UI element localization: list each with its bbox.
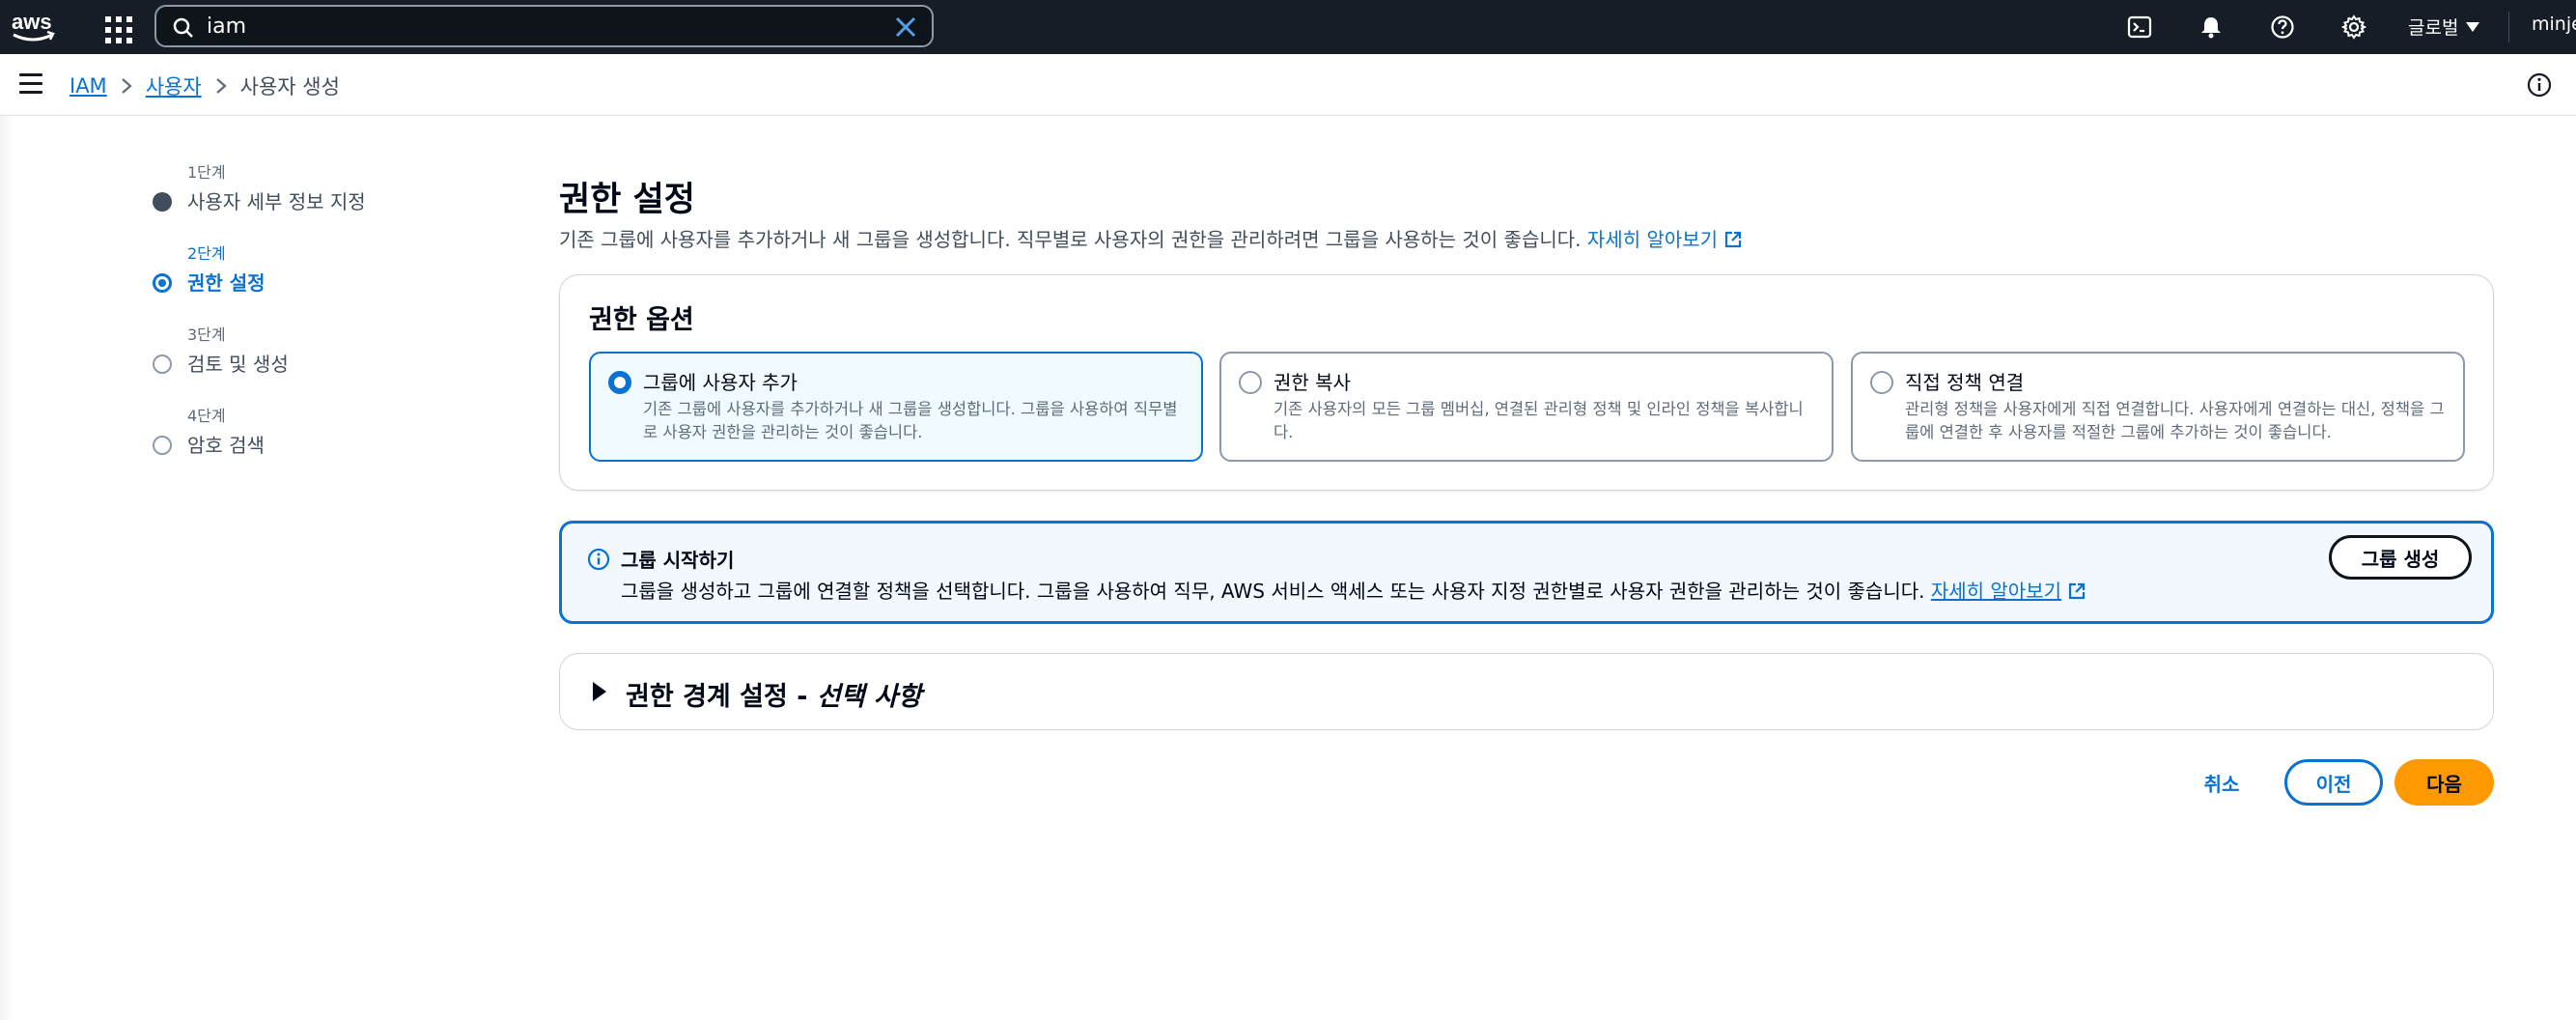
top-navigation: aws iam 글로벌 minj xyxy=(0,0,2576,54)
cancel-button[interactable]: 취소 xyxy=(2188,764,2255,801)
step-status-icon xyxy=(153,192,172,212)
step-status-icon xyxy=(153,436,172,455)
breadcrumb-current: 사용자 생성 xyxy=(239,75,340,99)
option-attach-policies-directly[interactable]: 직접 정책 연결 관리형 정책을 사용자에게 직접 연결합니다. 사용자에게 연… xyxy=(1851,352,2465,462)
info-icon xyxy=(587,548,610,571)
info-icon[interactable] xyxy=(2526,71,2553,99)
clear-search-icon[interactable] xyxy=(893,14,918,40)
alert-text: 그룹을 생성하고 그룹에 연결할 정책을 선택합니다. 그룹을 사용하여 직무,… xyxy=(621,580,1925,603)
step-number: 4단계 xyxy=(187,407,226,425)
search-bar[interactable] xyxy=(154,5,934,47)
option-title: 그룹에 사용자 추가 xyxy=(643,371,798,394)
chevron-right-icon xyxy=(215,78,227,94)
nav-divider xyxy=(2508,12,2509,42)
description-text: 기존 그룹에 사용자를 추가하거나 새 그룹을 생성합니다. 직무별로 사용자의… xyxy=(559,228,1582,251)
option-description: 관리형 정책을 사용자에게 직접 연결합니다. 사용자에게 연결하는 대신, 정… xyxy=(1905,400,2445,441)
alert-learn-more-link[interactable]: 자세히 알아보기 xyxy=(1931,580,2086,603)
region-selector[interactable]: 글로벌 xyxy=(2408,14,2480,40)
step-number: 3단계 xyxy=(187,326,226,344)
radio-selected[interactable] xyxy=(608,371,631,394)
next-button[interactable]: 다음 xyxy=(2394,759,2494,806)
previous-button[interactable]: 이전 xyxy=(2284,759,2383,806)
expander-title: 권한 경계 설정 - 선택 사항 xyxy=(626,682,922,712)
svg-text:aws: aws xyxy=(12,10,52,34)
page-description: 기존 그룹에 사용자를 추가하거나 새 그룹을 생성합니다. 직무별로 사용자의… xyxy=(559,224,1743,252)
bell-icon[interactable] xyxy=(2194,10,2228,44)
step-title: 권한 설정 xyxy=(187,271,266,295)
option-description: 기존 그룹에 사용자를 추가하거나 새 그룹을 생성합니다. 그룹을 사용하여 … xyxy=(643,400,1178,441)
caret-right-icon xyxy=(593,682,606,701)
user-menu[interactable]: minjeong xyxy=(2532,14,2576,35)
get-started-with-groups-alert: 그룹 시작하기 그룹을 생성하고 그룹에 연결할 정책을 선택합니다. 그룹을 … xyxy=(559,521,2494,624)
page-title: 권한 설정 xyxy=(559,181,695,219)
alert-title: 그룹 시작하기 xyxy=(621,549,735,572)
option-copy-permissions[interactable]: 권한 복사 기존 사용자의 모든 그룹 멤버십, 연결된 관리형 정책 및 인라… xyxy=(1219,352,1834,462)
region-label: 글로벌 xyxy=(2408,17,2459,39)
breadcrumb-bar: IAM 사용자 사용자 생성 xyxy=(0,54,2576,116)
option-description: 기존 사용자의 모든 그룹 멤버십, 연결된 관리형 정책 및 인라인 정책을 … xyxy=(1274,400,1804,441)
step-title: 암호 검색 xyxy=(187,434,265,457)
step-title: 사용자 세부 정보 지정 xyxy=(187,190,366,213)
step-number: 2단계 xyxy=(187,244,226,263)
alert-description: 그룹을 생성하고 그룹에 연결할 정책을 선택합니다. 그룹을 사용하여 직무,… xyxy=(621,576,2086,604)
aws-logo[interactable]: aws xyxy=(10,8,58,46)
external-link-icon xyxy=(1724,231,1742,248)
menu-icon[interactable] xyxy=(19,73,42,95)
step-title: 검토 및 생성 xyxy=(187,353,289,376)
permissions-boundary-expander[interactable]: 권한 경계 설정 - 선택 사항 xyxy=(559,653,2494,730)
breadcrumb: IAM 사용자 사용자 생성 xyxy=(70,71,340,100)
chevron-right-icon xyxy=(121,78,132,94)
step-status-icon xyxy=(153,273,172,293)
step-number: 1단계 xyxy=(187,163,226,182)
services-grid-icon[interactable] xyxy=(100,12,132,43)
cloudshell-icon[interactable] xyxy=(2122,10,2157,44)
step-status-icon xyxy=(153,354,172,374)
side-panel-edge xyxy=(0,116,14,1020)
radio-unselected[interactable] xyxy=(1239,371,1262,394)
radio-unselected[interactable] xyxy=(1870,371,1893,394)
option-add-user-to-group[interactable]: 그룹에 사용자 추가 기존 그룹에 사용자를 추가하거나 새 그룹을 생성합니다… xyxy=(589,352,1203,462)
search-input[interactable] xyxy=(207,13,844,40)
learn-more-link[interactable]: 자세히 알아보기 xyxy=(1587,228,1743,251)
caret-down-icon xyxy=(2466,21,2480,32)
option-title: 권한 복사 xyxy=(1274,371,1351,394)
external-link-icon xyxy=(2068,582,2086,600)
card-title: 권한 옵션 xyxy=(589,305,694,335)
option-title: 직접 정책 연결 xyxy=(1905,371,2025,394)
create-group-button[interactable]: 그룹 생성 xyxy=(2329,535,2472,580)
breadcrumb-iam[interactable]: IAM xyxy=(70,74,107,98)
breadcrumb-users[interactable]: 사용자 xyxy=(146,71,202,100)
gear-icon[interactable] xyxy=(2337,10,2371,44)
search-icon xyxy=(173,17,193,38)
help-icon[interactable] xyxy=(2265,10,2300,44)
